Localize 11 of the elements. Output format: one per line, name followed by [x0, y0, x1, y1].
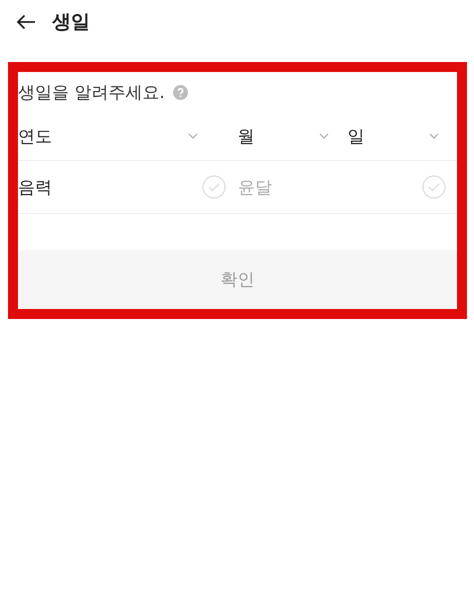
dropdown[interactable]: 연도	[18, 116, 198, 156]
back-arrow-icon	[16, 14, 36, 30]
dropdown[interactable]: 일	[347, 116, 439, 156]
checkbox-option[interactable]: 음력	[18, 167, 226, 207]
page-title: 생일	[52, 10, 90, 35]
dropdown[interactable]: 월	[238, 116, 330, 156]
prompt-text: 생일을 알려주세요.	[18, 82, 165, 104]
back-button[interactable]	[14, 12, 38, 32]
chevron-down-icon	[188, 133, 198, 139]
chevron-down-icon	[319, 133, 330, 139]
chevron-down-icon	[429, 133, 439, 139]
